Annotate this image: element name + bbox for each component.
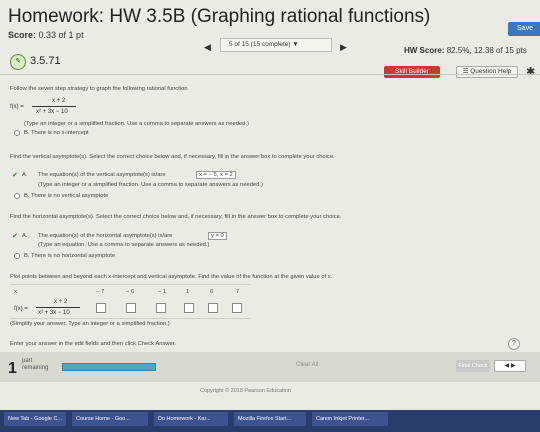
final-check-button[interactable]: Final Check [456, 360, 490, 372]
x-value: 6 [210, 289, 214, 295]
check-icon: ✔ [12, 233, 18, 240]
copyright: Copyright © 2018 Pearson Education [200, 388, 291, 394]
partial-credit-icon: ✎ [10, 54, 26, 70]
enter-answer-text: Enter your answer in the edit fields and… [10, 341, 176, 347]
vertical-answer-field[interactable]: x = − 5, x = 2 [196, 171, 236, 179]
x-value: − 1 [158, 289, 167, 295]
taskbar-item[interactable]: Mozilla Firefox Start... [234, 412, 306, 426]
fx-input[interactable] [208, 303, 218, 313]
table-divider [10, 284, 250, 285]
horizontal-b-radio[interactable] [14, 253, 20, 259]
vertical-b-radio[interactable] [14, 193, 20, 199]
instruction-text: Follow the seven step strategy to graph … [10, 86, 188, 92]
fraction-bar [36, 307, 80, 308]
score-value: 0.33 of 1 pt [38, 30, 84, 40]
horizontal-a-text: The equation(s) of the horizontal asympt… [38, 233, 173, 239]
question-number: 3.5.71 [30, 55, 61, 67]
function-numerator: x + 2 [52, 98, 66, 104]
fx-row-label: f(x) = [14, 306, 28, 312]
horizontal-prompt: Find the horizontal asymptote(s). Select… [10, 214, 342, 220]
x-value: − 6 [126, 289, 135, 295]
save-button[interactable]: Save [508, 22, 540, 36]
fx-input[interactable] [126, 303, 136, 313]
taskbar-item[interactable]: New Tab - Google C... [4, 412, 66, 426]
taskbar-item[interactable]: Course Home - Goo... [72, 412, 148, 426]
fx-input[interactable] [184, 303, 194, 313]
vertical-a-note: (Type an integer or a simplified fractio… [38, 182, 263, 188]
clear-all-button[interactable]: Clear All [296, 362, 318, 368]
horizontal-b-text: B. There is no horizontal asymptote [24, 253, 116, 259]
help-icon[interactable]: ? [508, 338, 520, 350]
question-selector[interactable]: 5 of 15 (15 complete) ▼ [220, 38, 332, 52]
parts-remaining-count: 1 [8, 360, 17, 377]
prev-question-button[interactable]: ◀ [204, 42, 211, 53]
fx-input[interactable] [96, 303, 106, 313]
x-row-label: x [14, 289, 17, 295]
fx-denominator: x² + 3x − 10 [38, 310, 70, 316]
vertical-prompt: Find the vertical asymptote(s). Select t… [10, 154, 335, 160]
vertical-a-label: A. [22, 172, 28, 178]
xint-note: (Type an integer or a simplified fractio… [24, 121, 249, 127]
horizontal-a-note: (Type an equation. Use a comma to separa… [38, 242, 210, 248]
check-icon: ✔ [12, 172, 18, 179]
xint-b-text: B. There is no x-intercept [24, 130, 89, 136]
next-question-button[interactable]: ▶ [340, 42, 347, 53]
horizontal-a-label: A. [22, 233, 28, 239]
hw-score-value: 82.5%, 12.38 of 15 pts [446, 46, 527, 55]
page-title: Homework: HW 3.5B (Graphing rational fun… [8, 6, 431, 27]
plot-prompt: Plot points between and beyond each x-in… [10, 274, 333, 280]
taskbar-item[interactable]: Canon Inkjet Printer... [312, 412, 388, 426]
x-value: − 7 [96, 289, 105, 295]
hw-score: HW Score: 82.5%, 12.38 of 15 pts [404, 46, 527, 55]
vertical-a-text: The equation(s) of the vertical asymptot… [38, 172, 166, 178]
xint-b-radio[interactable] [14, 130, 20, 136]
taskbar-item[interactable]: Do Homework - Kar... [154, 412, 228, 426]
vertical-b-text: B. There is no vertical asymptote [24, 193, 109, 199]
fx-input[interactable] [156, 303, 166, 313]
fx-input[interactable] [232, 303, 242, 313]
hw-score-label: HW Score: [404, 46, 445, 55]
part-nav-arrows[interactable]: ◀ ▶ [494, 360, 526, 372]
parts-remaining-label: part remaining [22, 358, 49, 371]
function-label: f(x) = [10, 104, 24, 110]
fraction-bar [32, 106, 76, 107]
horizontal-answer-field[interactable]: y = 0 [208, 232, 227, 240]
function-denominator: x² + 3x − 10 [36, 109, 68, 115]
question-help-button[interactable]: ☰ Question Help [456, 66, 518, 78]
gear-icon[interactable]: ✱ [526, 65, 535, 78]
progress-bar [62, 363, 156, 371]
x-value: 7 [236, 289, 240, 295]
score-label: Score: [8, 30, 37, 40]
table-divider [10, 318, 250, 319]
divider [0, 74, 540, 75]
x-value: 1 [186, 289, 190, 295]
skill-builder-button[interactable]: Skill Builder [384, 66, 440, 78]
fx-numerator: x + 2 [54, 299, 68, 305]
plot-note: (Simplify your answer. Type an integer o… [10, 321, 170, 327]
score: Score: 0.33 of 1 pt [8, 30, 84, 40]
